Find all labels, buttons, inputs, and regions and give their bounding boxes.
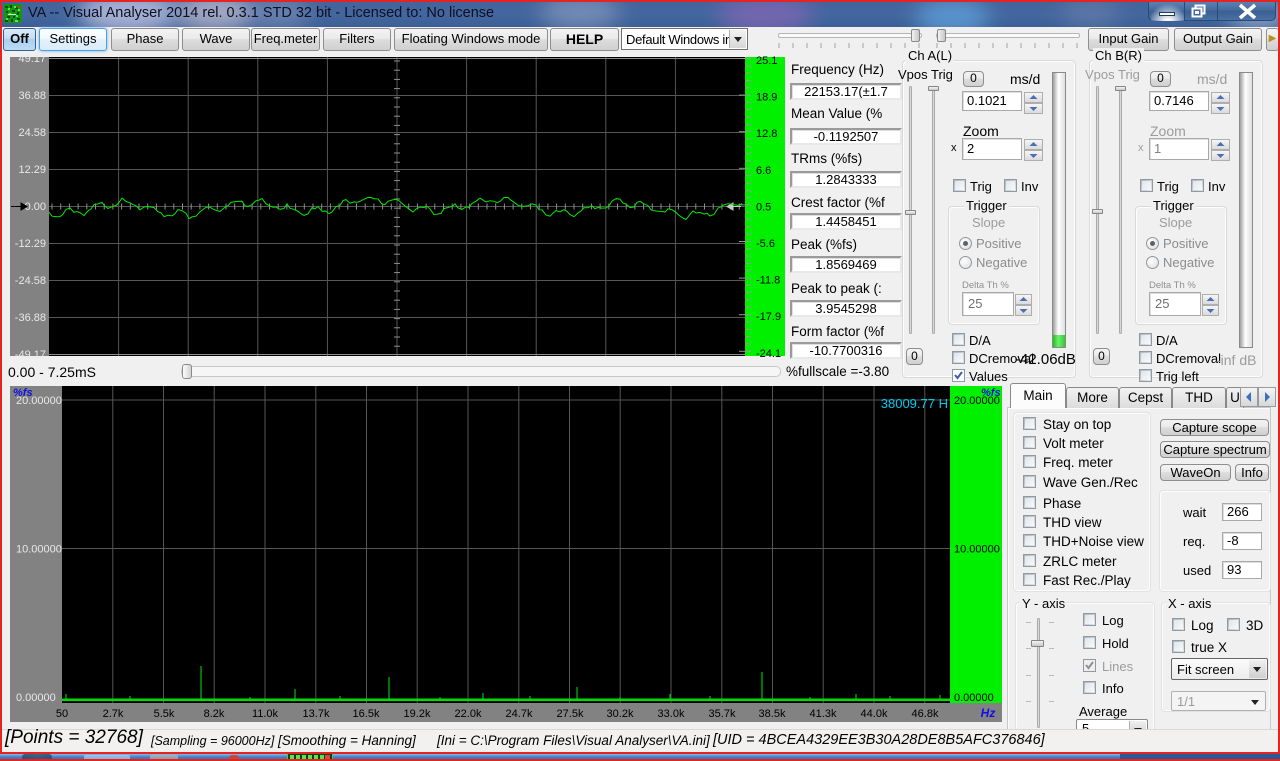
svg-text:46.8k: 46.8k [912, 708, 939, 720]
svg-text:11.0k: 11.0k [252, 708, 279, 720]
svg-text:44.0k: 44.0k [861, 708, 888, 720]
svg-text:0.00000: 0.00000 [954, 692, 994, 704]
svg-text:50: 50 [56, 708, 68, 720]
svg-text:35.7k: 35.7k [709, 708, 736, 720]
svg-text:10.00000: 10.00000 [16, 544, 62, 556]
svg-text:-12.29: -12.29 [15, 238, 46, 250]
svg-text:0.00: 0.00 [25, 201, 46, 213]
svg-text:30.2k: 30.2k [607, 708, 634, 720]
svg-text:5.5k: 5.5k [154, 708, 175, 720]
svg-text:38009.77 H: 38009.77 H [881, 396, 948, 411]
svg-text:0.5: 0.5 [756, 201, 771, 213]
svg-text:0.00000: 0.00000 [16, 692, 56, 704]
svg-text:Hz: Hz [981, 706, 996, 720]
svg-text:-24.1: -24.1 [756, 348, 781, 360]
svg-text:27.5k: 27.5k [557, 708, 584, 720]
svg-text:18.9: 18.9 [756, 92, 777, 104]
svg-text:24.7k: 24.7k [506, 708, 533, 720]
svg-text:13.7k: 13.7k [303, 708, 330, 720]
svg-text:%fs: %fs [13, 387, 33, 399]
svg-text:-11.8: -11.8 [756, 275, 780, 287]
svg-text:25.1: 25.1 [756, 55, 777, 67]
svg-text:38.5k: 38.5k [759, 708, 786, 720]
svg-text:-49.17: -49.17 [15, 349, 46, 361]
svg-text:12.29: 12.29 [18, 164, 46, 176]
svg-text:8.2k: 8.2k [204, 708, 225, 720]
svg-text:33.0k: 33.0k [658, 708, 685, 720]
svg-text:-36.88: -36.88 [15, 312, 46, 324]
svg-text:36.88: 36.88 [18, 90, 46, 102]
svg-text:41.3k: 41.3k [810, 708, 837, 720]
svg-text:%fs: %fs [981, 387, 1001, 399]
svg-text:6.6: 6.6 [756, 165, 771, 177]
svg-text:19.2k: 19.2k [404, 708, 431, 720]
svg-text:-17.9: -17.9 [756, 311, 781, 323]
svg-text:49.17: 49.17 [18, 53, 46, 65]
svg-text:16.5k: 16.5k [353, 708, 380, 720]
svg-text:2.7k: 2.7k [103, 708, 124, 720]
svg-text:12.8: 12.8 [756, 128, 777, 140]
svg-text:-5.6: -5.6 [756, 238, 775, 250]
svg-text:10.00000: 10.00000 [954, 544, 1000, 556]
svg-text:-24.58: -24.58 [15, 275, 46, 287]
svg-text:24.58: 24.58 [18, 127, 46, 139]
svg-text:22.0k: 22.0k [455, 708, 482, 720]
